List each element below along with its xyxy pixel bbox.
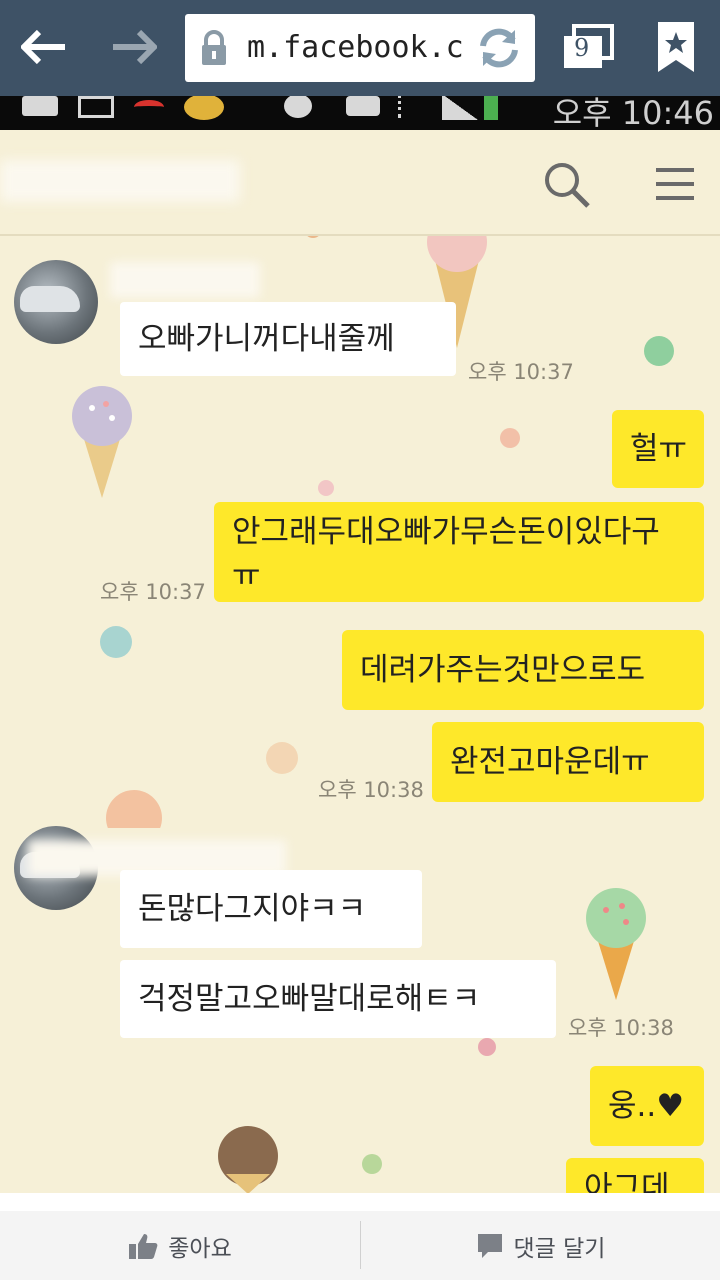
image-icon [78,96,114,118]
refresh-icon[interactable] [475,26,523,70]
decor-dot [500,428,520,448]
blurred-chat-title [0,160,240,202]
address-bar[interactable]: m.facebook.c [185,14,535,82]
wifi-icon [346,96,380,116]
message-bubble-sent: 완전고마운데ㅠ [432,722,704,802]
tab-count: 9 [574,34,590,62]
message-text: 안그래두대오빠가무슨돈이있다구ㅠ [232,514,660,594]
comment-icon [477,1233,502,1258]
message-bubble-sent: 웅..♥ [590,1066,704,1146]
comment-label: 댓글 달기 [513,1235,606,1262]
comment-button[interactable]: 댓글 달기 [361,1211,720,1280]
message-bubble-received: 돈많다그지야ㅋㅋ [120,870,422,948]
message-bubble-sent: 안그래두대오빠가무슨돈이있다구ㅠ [214,502,704,602]
missed-call-icon [134,100,164,114]
phone-status-bar: 오후 10:46 [0,96,720,130]
message-text: 데려가주는것만으로도 [360,652,646,688]
decor-dot [318,480,334,496]
message-text: 돈많다그지야ㅋㅋ [138,891,367,927]
app-icon [184,96,224,120]
message-bubble-sent: 데려가주는것만으로도 [342,630,704,710]
message-text: 아그데 [584,1170,670,1193]
message-bubble-received: 걱정말고오빠말대로해ㅌㅋ [120,960,556,1038]
decor-dot [100,626,132,658]
menu-icon[interactable] [654,166,696,202]
ice-cream-chocolate-icon [218,1126,278,1193]
message-time: 오후 10:38 [568,1016,674,1040]
bookmark-icon [658,22,694,72]
ice-cream-mint-icon [586,888,646,1000]
tabs-button[interactable]: 9 [560,20,616,76]
decor-dot [644,336,674,366]
bookmark-button[interactable] [650,18,700,78]
message-bubble-received: 오빠가니꺼다내줄께 [120,302,456,376]
message-bubble-sent: 아그데 [566,1158,704,1193]
url-text: m.facebook.c [247,30,464,65]
decor-dot [266,742,298,774]
avatar[interactable] [14,260,98,344]
like-button[interactable]: 좋아요 [0,1211,360,1280]
battery-icon [484,96,498,120]
chat-screen: 오빠가니꺼다내줄께 오후 10:37 헐ㅠ 안그래두대오빠가무슨돈이있다구ㅠ 오… [0,130,720,1193]
back-arrow-icon [21,30,65,64]
like-label: 좋아요 [168,1235,232,1262]
message-bubble-sent: 헐ㅠ [612,410,704,488]
ice-cream-purple-icon [72,386,132,498]
data-icon [398,96,431,118]
status-icons [22,96,502,124]
message-text: 오빠가니꺼다내줄께 [138,321,395,357]
chat-header [0,130,720,236]
post-action-bar: 좋아요 댓글 달기 [0,1193,720,1280]
forward-button[interactable] [104,14,164,80]
message-time: 오후 10:37 [468,360,574,384]
message-text: 완전고마운데ㅠ [450,744,650,780]
status-time: 오후 10:46 [552,96,714,130]
alarm-icon [284,96,312,118]
browser-toolbar: m.facebook.c 9 [0,0,720,96]
blurred-sender-name [110,262,260,298]
decor-dot [478,1038,496,1056]
forward-arrow-icon [113,30,157,64]
search-icon[interactable] [542,160,592,210]
back-button[interactable] [14,14,74,80]
add-icon [22,96,58,116]
message-time: 오후 10:37 [100,580,206,604]
signal-icon [442,96,478,120]
message-text: 웅..♥ [608,1088,685,1124]
message-text: 헐ㅠ [630,431,688,467]
message-time: 오후 10:38 [318,778,424,802]
decor-dot [362,1154,382,1174]
thumbs-up-icon [129,1233,158,1259]
lock-icon [202,30,226,65]
message-text: 걱정말고오빠말대로해ㅌㅋ [138,981,481,1017]
ice-cream-orange-icon [106,790,162,828]
